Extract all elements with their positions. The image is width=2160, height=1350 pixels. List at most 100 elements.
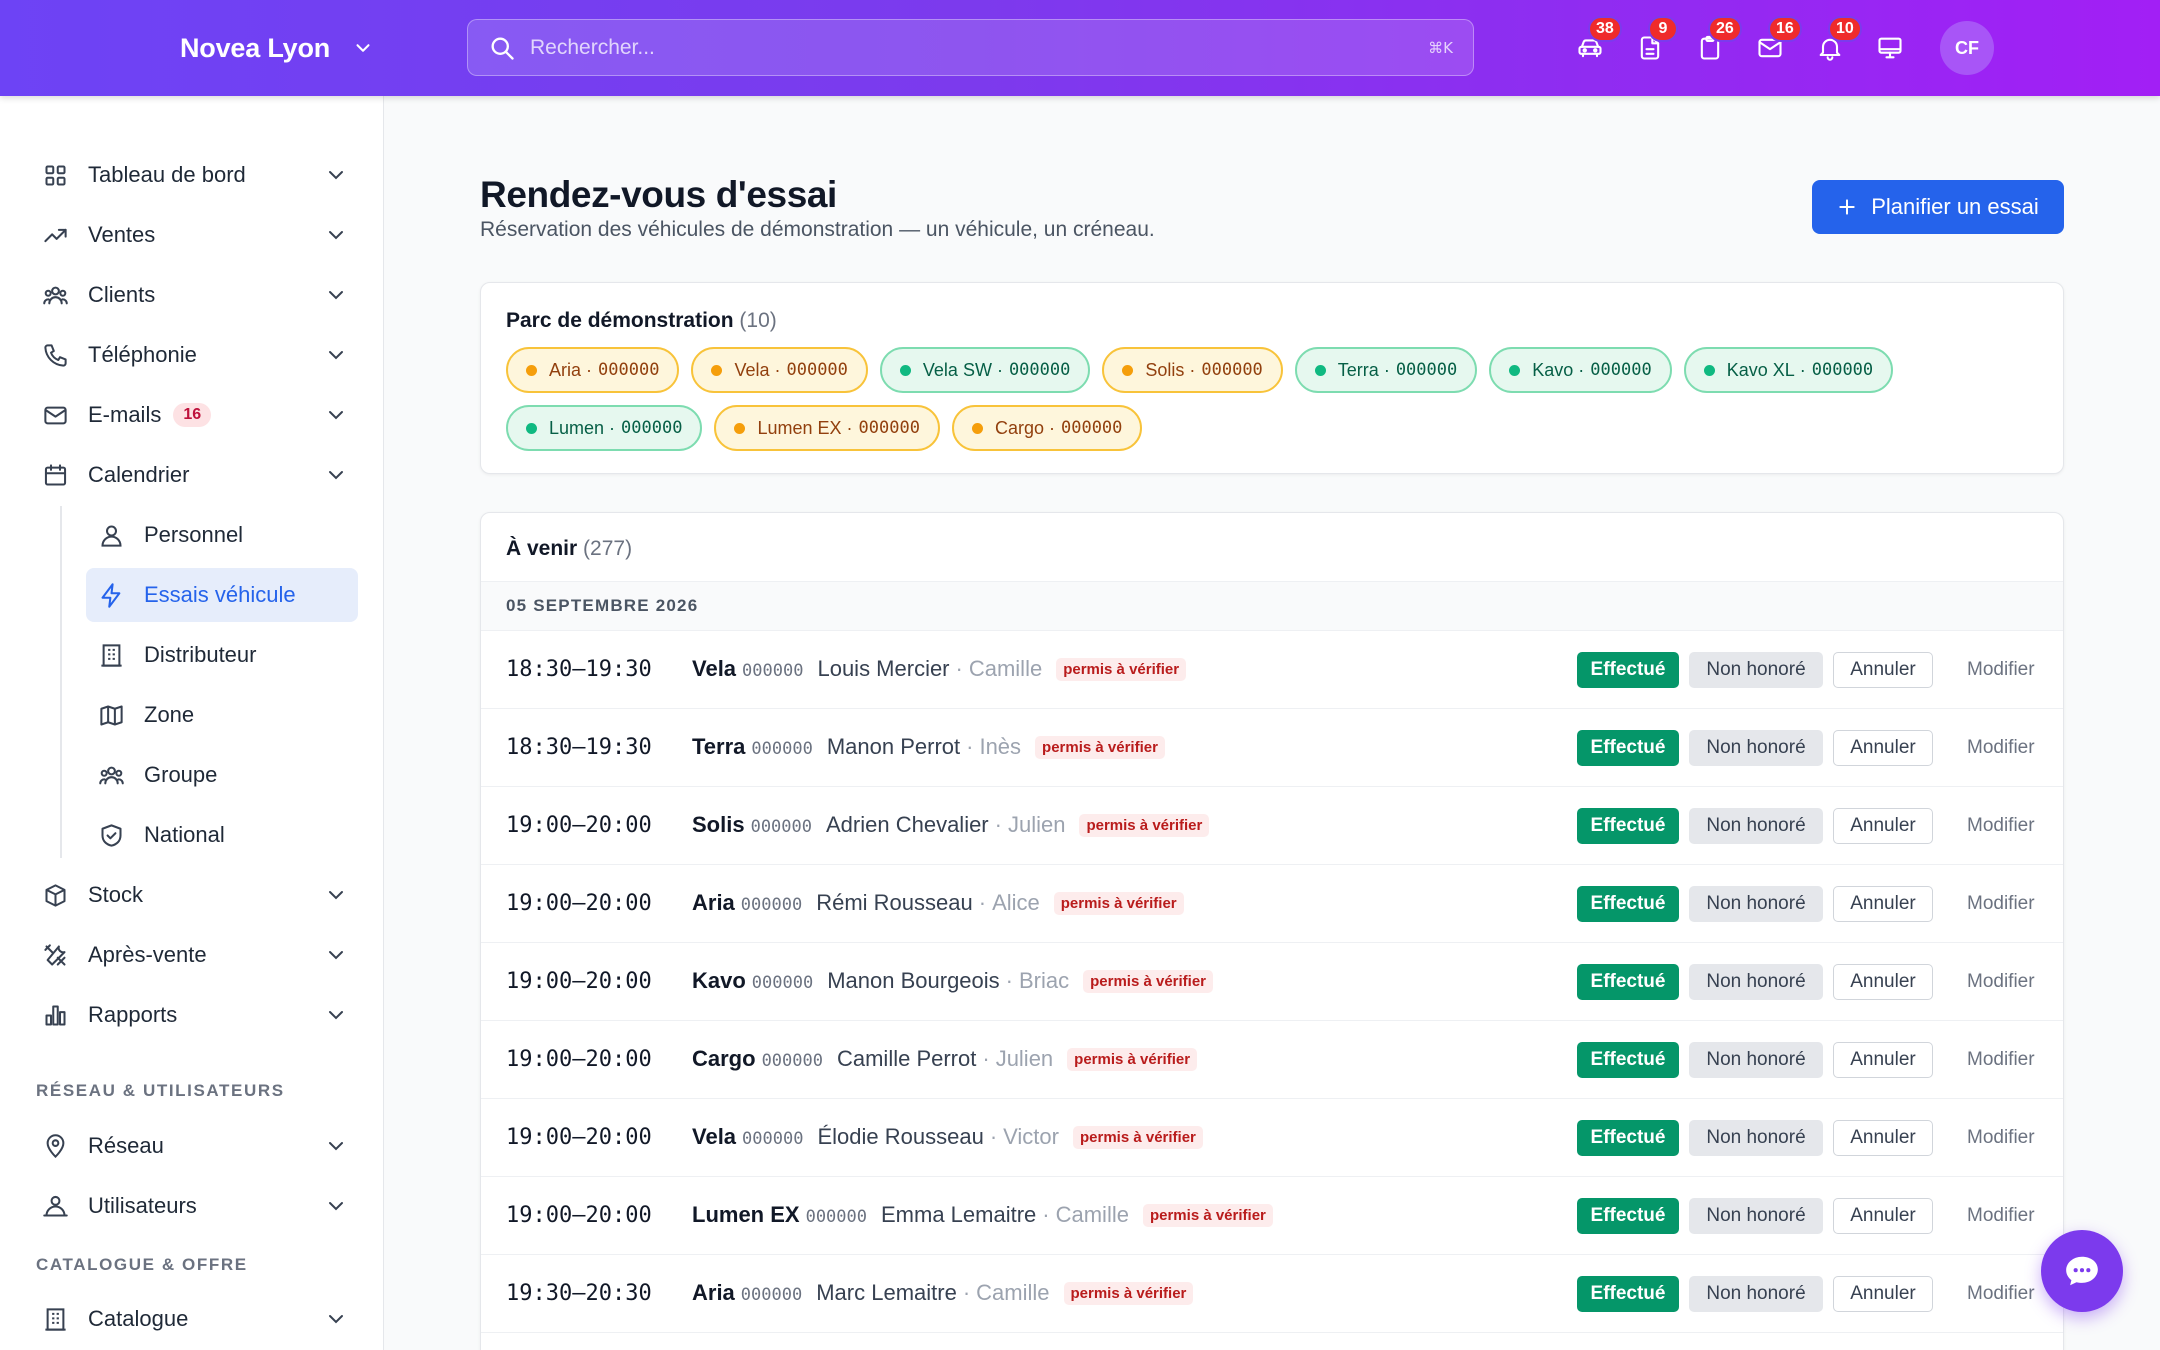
vehicle-chip[interactable]: Aria · 000000 (506, 347, 680, 393)
cancel-button[interactable]: Annuler (1833, 651, 1933, 688)
edit-button[interactable]: Modifier (1953, 886, 2049, 922)
appointment-actions: Effectué Non honoré Annuler Modifier (1577, 651, 2049, 688)
clipboard-icon-button[interactable]: 26 (1690, 16, 1742, 72)
mark-no-show-button[interactable]: Non honoré (1689, 807, 1823, 844)
appointment-seller: Camille (968, 656, 1043, 681)
mark-done-button[interactable]: Effectué (1577, 651, 1679, 688)
vehicle-chip[interactable]: Lumen · 000000 (506, 405, 703, 451)
appointment-customer[interactable]: Emma Lemaitre (881, 1202, 1036, 1228)
vehicle-chip[interactable]: Solis · 000000 (1102, 347, 1283, 393)
bell-icon-button[interactable]: 10 (1810, 16, 1862, 72)
vehicle-chip[interactable]: Terra · 000000 (1294, 347, 1478, 393)
edit-button[interactable]: Modifier (1953, 1120, 2049, 1156)
sidebar-item-catalog[interactable]: Catalogue (30, 1292, 360, 1346)
appointment-customer[interactable]: Manon Perrot (827, 734, 960, 760)
edit-button[interactable]: Modifier (1953, 730, 2049, 766)
cancel-button[interactable]: Annuler (1833, 963, 1933, 1000)
mark-no-show-button[interactable]: Non honoré (1689, 729, 1823, 766)
vehicle-chip[interactable]: Kavo XL · 000000 (1683, 347, 1894, 393)
cancel-button[interactable]: Annuler (1833, 1041, 1933, 1078)
status-dot (899, 364, 911, 376)
mark-done-button[interactable]: Effectué (1577, 1041, 1679, 1078)
edit-button[interactable]: Modifier (1953, 652, 2049, 688)
vehicle-chip-plate: 000000 (858, 418, 920, 438)
mark-done-button[interactable]: Effectué (1577, 963, 1679, 1000)
appointment-row: 19:00–20:00 Lumen EX 000000 Emma Lemaitre · C… (481, 1177, 2063, 1255)
document-icon-button[interactable]: 9 (1630, 16, 1678, 72)
cancel-button[interactable]: Annuler (1833, 729, 1933, 766)
sidebar-item-dashboard[interactable]: Tableau de bord (30, 148, 360, 202)
appointment-customer[interactable]: Manon Bourgeois (827, 968, 999, 994)
mark-no-show-button[interactable]: Non honoré (1689, 1041, 1823, 1078)
cancel-button[interactable]: Annuler (1833, 1119, 1933, 1156)
avatar[interactable]: CF (1940, 21, 1994, 75)
vehicle-chip[interactable]: Lumen EX · 000000 (714, 405, 940, 451)
sidebar-item-label: Réseau (88, 1133, 164, 1158)
sidebar-item-after-sales[interactable]: Après-vente (30, 928, 360, 982)
appointment-customer[interactable]: Camille Perrot (837, 1046, 976, 1072)
sidebar-item-users[interactable]: Utilisateurs (30, 1179, 360, 1233)
search-input[interactable] (530, 35, 1429, 60)
mark-done-button[interactable]: Effectué (1577, 807, 1679, 844)
sidebar-subitem-vehicle-trials[interactable]: Essais véhicule (86, 568, 358, 622)
appointment-info: Vela 000000 Louis Mercier · Camille permis à … (692, 656, 1187, 683)
vehicle-chip[interactable]: Cargo · 000000 (951, 405, 1143, 451)
monitor-icon-button[interactable] (1870, 24, 1910, 72)
sidebar-item-network[interactable]: Réseau (30, 1119, 360, 1173)
email-count-badge: 16 (173, 403, 212, 427)
mark-no-show-button[interactable]: Non honoré (1689, 963, 1823, 1000)
vehicle-chip[interactable]: Kavo · 000000 (1489, 347, 1672, 393)
sidebar-item-sales[interactable]: Ventes (30, 208, 360, 262)
mail-icon-button[interactable]: 16 (1750, 16, 1802, 72)
edit-button[interactable]: Modifier (1953, 808, 2049, 844)
sidebar-item-telephony[interactable]: Téléphonie (30, 328, 360, 382)
sidebar-item-emails[interactable]: E-mails 16 (30, 388, 360, 442)
mark-no-show-button[interactable]: Non honoré (1689, 651, 1823, 688)
sidebar-item-stock[interactable]: Stock (30, 868, 360, 922)
sidebar-subitem-personnel[interactable]: Personnel (86, 508, 358, 562)
cancel-button[interactable]: Annuler (1833, 1197, 1933, 1234)
appointment-customer[interactable]: Adrien Chevalier (826, 812, 989, 838)
appointment-info: Terra 000000 Manon Perrot · Inès permis à vér… (692, 734, 1165, 761)
cancel-button[interactable]: Annuler (1833, 885, 1933, 922)
appointment-customer[interactable]: Rémi Rousseau (816, 890, 973, 916)
mark-done-button[interactable]: Effectué (1577, 1275, 1679, 1312)
edit-button[interactable]: Modifier (1953, 1198, 2049, 1234)
brand-switcher[interactable]: Novea Lyon (180, 28, 374, 68)
mark-done-button[interactable]: Effectué (1577, 1119, 1679, 1156)
car-icon-button[interactable]: 38 (1570, 16, 1622, 72)
mark-done-button[interactable]: Effectué (1577, 729, 1679, 766)
separator-dot: · (978, 890, 987, 915)
search-icon (491, 37, 514, 60)
vehicle-chip[interactable]: Vela SW · 000000 (879, 347, 1091, 393)
chat-button[interactable] (2041, 1230, 2123, 1312)
edit-button[interactable]: Modifier (1953, 1276, 2049, 1312)
mark-no-show-button[interactable]: Non honoré (1689, 1119, 1823, 1156)
vehicle-chip[interactable]: Vela · 000000 (691, 347, 868, 393)
sidebar-subitem-label: National (144, 822, 225, 847)
sidebar-item-clients[interactable]: Clients (30, 268, 360, 322)
sidebar-subitem-national[interactable]: National (86, 808, 358, 862)
appointment-customer[interactable]: Marc Lemaitre (816, 1280, 957, 1306)
schedule-trial-button[interactable]: Planifier un essai (1812, 180, 2064, 234)
appointment-row: 19:00–20:00 Vela 000000 Élodie Rousseau · Vic… (481, 1099, 2063, 1177)
cancel-button[interactable]: Annuler (1833, 807, 1933, 844)
mark-no-show-button[interactable]: Non honoré (1689, 1275, 1823, 1312)
edit-button[interactable]: Modifier (1953, 964, 2049, 1000)
sidebar-item-calendar[interactable]: Calendrier (30, 448, 360, 502)
sidebar-item-reports[interactable]: Rapports (30, 988, 360, 1042)
cancel-button[interactable]: Annuler (1833, 1275, 1933, 1312)
sidebar-subitem-distributor[interactable]: Distributeur (86, 628, 358, 682)
mark-no-show-button[interactable]: Non honoré (1689, 885, 1823, 922)
appointment-customer[interactable]: Louis Mercier (817, 656, 949, 682)
mark-no-show-button[interactable]: Non honoré (1689, 1197, 1823, 1234)
chevron-down-icon (329, 231, 343, 240)
sidebar-subitem-group[interactable]: Groupe (86, 748, 358, 802)
search-box[interactable]: ⌘K (467, 19, 1474, 76)
appointment-customer[interactable]: Élodie Rousseau (817, 1124, 983, 1150)
edit-button[interactable]: Modifier (1953, 1042, 2049, 1078)
mark-done-button[interactable]: Effectué (1577, 1197, 1679, 1234)
vehicle-chip-sep: · (1043, 417, 1055, 438)
mark-done-button[interactable]: Effectué (1577, 885, 1679, 922)
sidebar-subitem-zone[interactable]: Zone (86, 688, 358, 742)
